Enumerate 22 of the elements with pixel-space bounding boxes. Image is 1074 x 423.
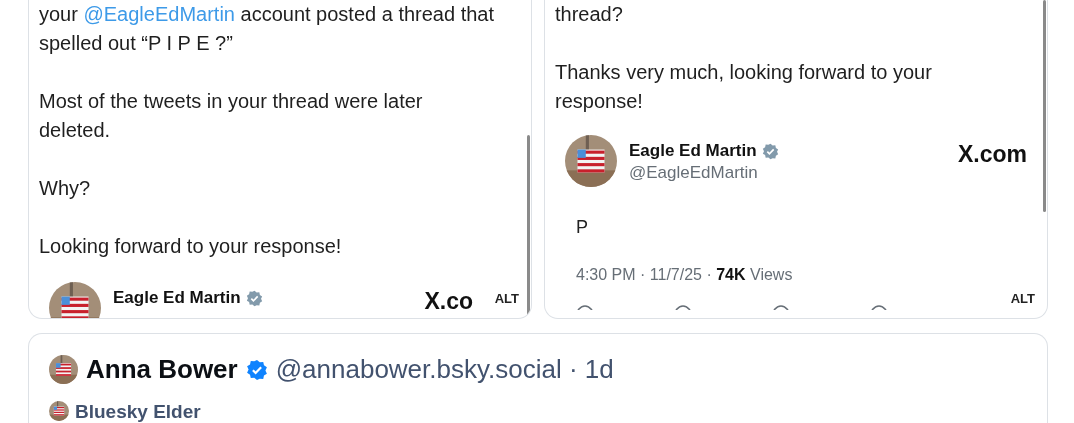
author-handle: @annabower.bsky.social · 1d <box>275 354 614 385</box>
tweet-text: Thanks very much, looking forward to your response! <box>555 60 933 114</box>
action-icon[interactable] <box>870 302 888 310</box>
site-logo: X.com <box>957 140 1027 168</box>
action-icon[interactable] <box>674 302 692 310</box>
author-handle: @EagleEdMartin <box>629 163 759 183</box>
author-name: Eagle Ed Martin <box>629 141 757 161</box>
site-logo: X.co <box>424 287 473 315</box>
author-name: Anna Bower <box>86 354 238 385</box>
tweet-text: your @EagleEdMartin account posted a thread that spelled out “P I P E ?” <box>39 2 496 56</box>
author-name: Eagle Ed Martin <box>113 288 241 308</box>
tweet-text: Most of the tweets in your thread were later deleted. <box>39 89 424 143</box>
tweet-text: Why? <box>39 176 92 201</box>
tweet-meta: 4:30 PM · 11/7/25 · 74K Views <box>575 265 794 284</box>
tweet-text: thread? <box>555 2 624 27</box>
image-attachment[interactable]: thread? Thanks very much, looking forward to your response! Eagle Ed Martin @EagleEdMartin X.com P 4:30 PM · 11/7/25 · 74K Views ALT <box>544 0 1048 319</box>
tweet-text: Looking forward to your response! <box>39 234 343 259</box>
action-icon[interactable] <box>576 302 594 310</box>
action-icon[interactable] <box>772 302 790 310</box>
reposter-name[interactable]: Bluesky Elder <box>75 401 201 421</box>
image-attachment[interactable]: your @EagleEdMartin account posted a thread that spelled out “P I P E ?” Most of the tweets in your thread were later deleted. Why? Looking forward to your response! Eagle Ed Martin X.co ALT <box>28 0 532 319</box>
tweet-text: P <box>575 216 589 238</box>
